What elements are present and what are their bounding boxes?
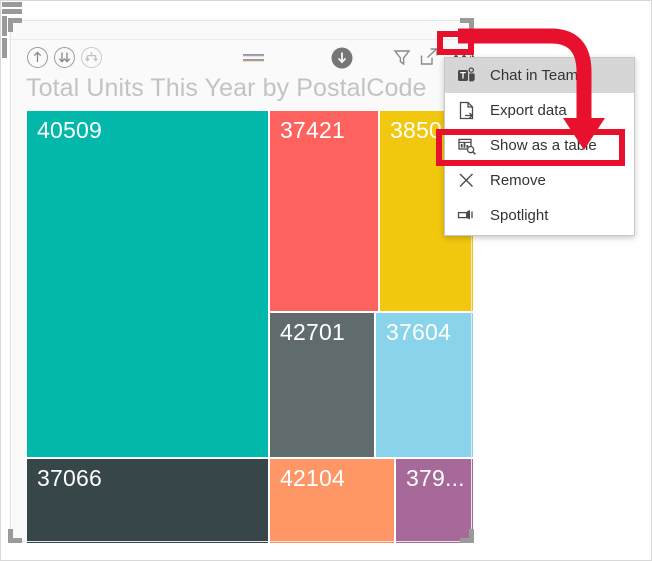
screenshot-page: Total Units This Year by PostalCode 4050… (0, 0, 652, 561)
resize-handle-bottom-right[interactable] (459, 528, 475, 544)
show-as-table-icon (456, 135, 480, 157)
hierarchy-lines-icon (243, 54, 264, 62)
filter-button[interactable] (392, 47, 414, 69)
spotlight-icon (456, 205, 480, 227)
visual-header-toolbar (9, 19, 474, 69)
focus-mode-icon (420, 48, 438, 65)
menu-item-label: Show as a table (490, 137, 597, 154)
spotlight-icon (457, 210, 473, 220)
expand-all-down-icon (81, 47, 102, 68)
treemap-tile-label: 42104 (280, 465, 345, 491)
filter-funnel-icon (393, 50, 411, 66)
treemap-tile[interactable]: 42701 (270, 313, 374, 457)
resize-handle-middle-left[interactable] (1, 15, 8, 37)
resize-handle-top-center[interactable] (1, 1, 23, 8)
menu-item-show-as-a-table[interactable]: Show as a table (445, 128, 634, 163)
close-x-icon (456, 170, 480, 192)
treemap-tile-label: 37066 (37, 465, 102, 491)
show-as-table-icon (458, 138, 476, 155)
treemap-tile-label: 40509 (37, 117, 102, 143)
menu-item-label: Export data (490, 102, 567, 119)
menu-item-export-data[interactable]: Export data (445, 93, 634, 128)
menu-item-remove[interactable]: Remove (445, 163, 634, 198)
drill-down-toggle-button[interactable] (331, 47, 353, 69)
menu-item-label: Chat in Teams (490, 67, 586, 84)
focus-mode-button[interactable] (419, 47, 441, 69)
treemap-tile-label: 42701 (280, 319, 345, 345)
treemap-tile-label: 37421 (280, 117, 345, 143)
teams-icon (458, 67, 475, 82)
more-options-context-menu[interactable]: Chat in Teams Export data Show as a table R… (444, 57, 635, 236)
treemap-visual[interactable]: Total Units This Year by PostalCode 4050… (9, 19, 474, 543)
close-x-icon (459, 173, 473, 187)
treemap-tile-label: 37604 (386, 319, 451, 345)
drill-mode-button[interactable] (241, 47, 267, 69)
menu-item-label: Remove (490, 172, 546, 189)
resize-handle-bottom-center[interactable] (1, 8, 23, 15)
drill-toggle-icon (331, 47, 353, 69)
treemap-tile[interactable]: 40509 (27, 111, 268, 457)
treemap-tile[interactable]: 37421 (270, 111, 378, 311)
export-data-icon (456, 100, 480, 122)
menu-item-label: Spotlight (490, 207, 549, 224)
expand-hierarchy-button[interactable] (81, 47, 103, 69)
menu-item-spotlight[interactable]: Spotlight (445, 198, 634, 233)
resize-handle-top-left[interactable] (8, 18, 24, 34)
treemap-tile[interactable]: 37604 (376, 313, 473, 457)
drill-down-button[interactable] (54, 47, 76, 69)
teams-icon (456, 65, 480, 87)
resize-handle-top-right[interactable] (459, 18, 475, 34)
treemap-tile-label: 379... (406, 465, 465, 491)
menu-item-chat-in-teams[interactable]: Chat in Teams (445, 58, 634, 93)
treemap-tile[interactable]: 42104 (270, 459, 394, 543)
drill-up-button[interactable] (27, 47, 49, 69)
resize-handle-middle-right[interactable] (1, 37, 8, 59)
resize-handle-bottom-left[interactable] (8, 528, 24, 544)
drill-down-icon (54, 47, 75, 68)
visual-title: Total Units This Year by PostalCode (26, 74, 427, 102)
export-data-icon (459, 101, 474, 120)
drill-up-icon (27, 47, 48, 68)
treemap-tile[interactable]: 37066 (27, 459, 268, 543)
treemap-plot-area[interactable]: 40509 37421 38501 42701 37604 37066 42104 379..… (27, 111, 473, 543)
